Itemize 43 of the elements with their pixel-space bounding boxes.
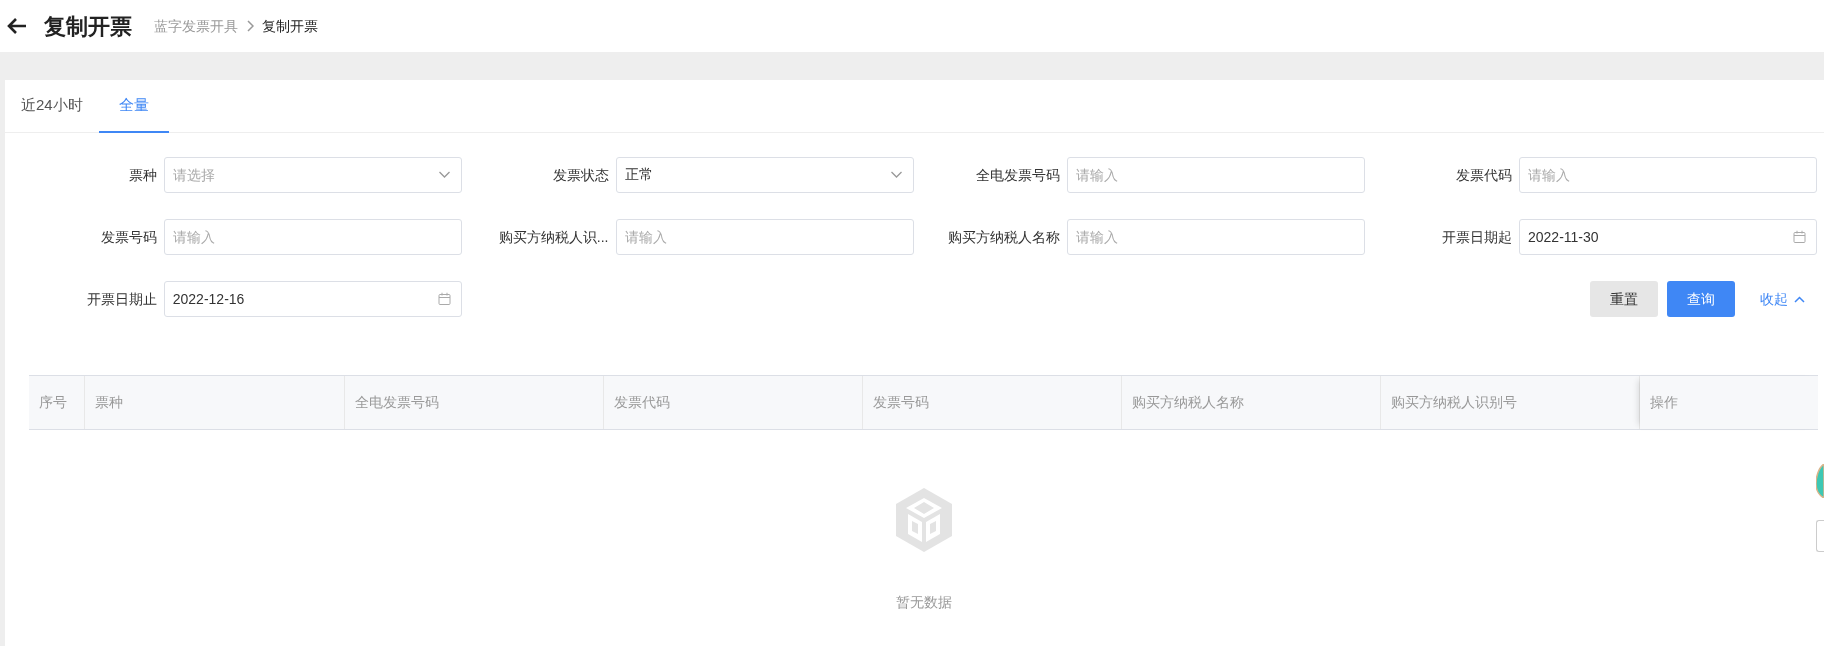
side-tab[interactable] <box>1816 520 1824 552</box>
column-header: 购买方纳税人名称 <box>1122 376 1381 429</box>
input-field[interactable]: 请输入 <box>163 219 462 255</box>
column-header: 购买方纳税人识别号 <box>1381 376 1640 429</box>
tab[interactable]: 近24小时 <box>5 80 99 133</box>
collapse-link[interactable]: 收起 <box>1760 288 1817 310</box>
field-label: 购买方纳税人识... <box>498 227 609 247</box>
input-field[interactable]: 请输入 <box>1067 219 1366 255</box>
chevron-right-icon <box>246 20 254 32</box>
select-field[interactable]: 正常 <box>615 157 914 193</box>
page-title: 复制开票 <box>44 12 132 41</box>
column-header: 票种 <box>85 376 345 429</box>
floating-assistant-icon[interactable] <box>1816 464 1824 498</box>
field-label: 全电发票号码 <box>976 165 1061 185</box>
date-field[interactable]: 2022-11-30 <box>1519 219 1817 255</box>
search-button[interactable]: 查询 <box>1667 281 1735 317</box>
chevron-up-icon <box>1794 295 1805 303</box>
date-field[interactable]: 2022-12-16 <box>163 281 462 317</box>
field-label: 购买方纳税人名称 <box>948 227 1061 247</box>
calendar-icon <box>1793 230 1806 244</box>
chevron-down-icon <box>437 171 451 179</box>
column-header: 序号 <box>29 376 85 429</box>
back-arrow-icon[interactable] <box>6 17 28 35</box>
column-header: 发票代码 <box>604 376 863 429</box>
empty-box-icon <box>895 488 952 552</box>
reset-button[interactable]: 重置 <box>1590 281 1658 317</box>
field-label: 发票状态 <box>552 165 609 185</box>
field-label: 开票日期止 <box>86 289 157 309</box>
column-header: 操作 <box>1640 376 1818 429</box>
field-label: 发票代码 <box>1456 165 1512 185</box>
input-field[interactable]: 请输入 <box>1067 157 1366 193</box>
select-field[interactable]: 请选择 <box>163 157 462 193</box>
field-label: 开票日期起 <box>1442 227 1512 247</box>
column-header: 发票号码 <box>863 376 1122 429</box>
field-label: 票种 <box>128 165 157 185</box>
chevron-down-icon <box>889 171 903 179</box>
input-field[interactable]: 请输入 <box>615 219 914 255</box>
column-header: 全电发票号码 <box>345 376 604 429</box>
calendar-icon <box>437 292 451 306</box>
field-label: 发票号码 <box>100 227 157 247</box>
empty-message: 暂无数据 <box>895 593 952 612</box>
tab[interactable]: 全量 <box>98 80 169 133</box>
input-field[interactable]: 请输入 <box>1519 157 1817 193</box>
